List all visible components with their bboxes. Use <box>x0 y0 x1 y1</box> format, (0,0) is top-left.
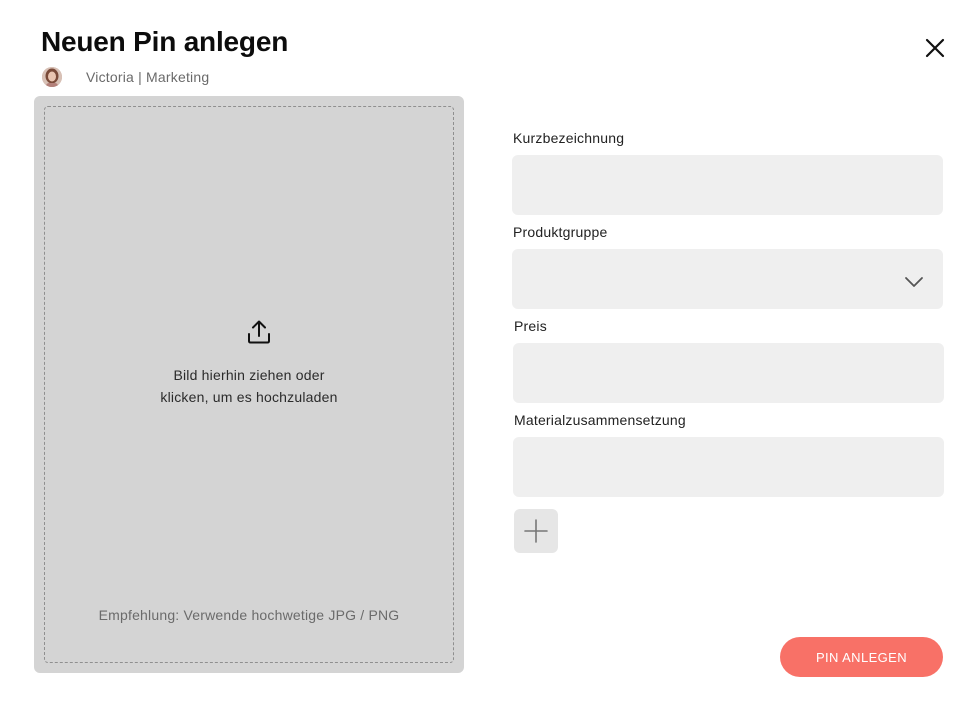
upload-instruction-line-2: klicken, um es hochzuladen <box>160 389 338 405</box>
close-button[interactable] <box>921 34 949 62</box>
dialog-title: Neuen Pin anlegen <box>41 26 289 57</box>
preis-input[interactable] <box>513 343 944 403</box>
create-pin-button-label: Pin anlegen <box>815 649 908 665</box>
user-info: Victoria | Marketing <box>42 67 209 87</box>
materialzusammensetzung-label: Materialzusammensetzung <box>514 412 686 428</box>
kurzbezeichnung-label: Kurzbezeichnung <box>513 130 625 146</box>
plus-icon <box>523 518 549 544</box>
produktgruppe-select[interactable] <box>512 249 943 309</box>
produktgruppe-label: Produktgruppe <box>513 224 608 240</box>
kurzbezeichnung-input[interactable] <box>512 155 943 215</box>
upload-instruction-line-1: Bild hierhin ziehen oder <box>173 367 325 383</box>
upload-recommendation: Empfehlung: Verwende hochwetige JPG / PN… <box>98 607 400 623</box>
create-pin-button[interactable]: Pin anlegen <box>780 637 943 677</box>
image-upload-panel: Bild hierhin ziehen oder klicken, um es … <box>34 96 464 673</box>
upload-instructions: Bild hierhin ziehen oder klicken, um es … <box>45 364 453 408</box>
close-icon <box>921 34 949 62</box>
upload-icon <box>246 319 272 345</box>
materialzusammensetzung-input[interactable] <box>513 437 944 497</box>
user-name-role: Victoria | Marketing <box>86 69 210 85</box>
image-dropzone[interactable]: Bild hierhin ziehen oder klicken, um es … <box>44 106 454 663</box>
avatar <box>42 67 62 87</box>
preis-label: Preis <box>514 318 547 334</box>
add-field-button[interactable] <box>514 509 558 553</box>
